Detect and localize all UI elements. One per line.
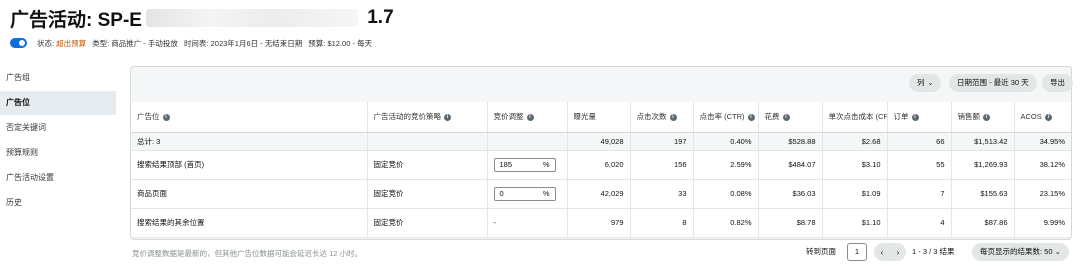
table-row: 商品页面 固定竞价 0% 42,029 33 0.08% $36.03 $1.0… <box>131 179 1071 209</box>
status-label: 状态: <box>37 38 55 48</box>
col-acos[interactable]: ACOS i <box>1014 102 1071 133</box>
sidebar-item-placements[interactable]: 广告位 <box>0 91 116 115</box>
page-number-input[interactable]: 1 <box>847 243 867 261</box>
sidebar-item-negative-keywords[interactable]: 否定关键词 <box>0 116 116 140</box>
chevron-left-icon[interactable]: ‹ <box>881 248 884 257</box>
campaign-dates: 时间表: 2023年1月6日 - 无结束日期 <box>183 38 303 48</box>
col-sales[interactable]: 销售额 i <box>951 102 1015 133</box>
sidebar-item-campaign-settings[interactable]: 广告活动设置 <box>0 166 116 190</box>
info-icon[interactable]: i <box>162 113 170 121</box>
info-icon[interactable]: i <box>669 113 677 121</box>
table-total-row: 总计: 3 49,028 197 0.40% $528.88 $2.68 66 … <box>131 132 1071 151</box>
per-page-select[interactable]: 每页显示的结果数: 50 ⌄ <box>972 243 1069 261</box>
info-icon[interactable]: i <box>1044 113 1052 121</box>
chevron-right-icon[interactable]: › <box>897 248 900 257</box>
info-icon[interactable]: i <box>782 113 790 121</box>
export-button[interactable]: 导出 <box>1042 74 1073 92</box>
col-spend[interactable]: 花费 i <box>758 102 823 133</box>
col-orders[interactable]: 订单 i <box>887 102 952 133</box>
bid-adjustment-input[interactable]: 0% <box>493 186 556 201</box>
chevron-down-icon: ⌄ <box>927 80 934 87</box>
columns-label: 列 <box>917 78 925 87</box>
info-icon[interactable]: i <box>444 113 451 121</box>
info-icon[interactable]: i <box>747 113 755 121</box>
pagination-arrows: ‹ › <box>874 243 906 261</box>
col-cpc[interactable]: 单次点击成本 (CP( <box>822 102 888 133</box>
campaign-meta: 状态: 超出预算 类型: 商品推广 - 手动投放 时间表: 2023年1月6日 … <box>10 36 372 50</box>
result-range: 1 - 3 / 3 结果 <box>912 247 955 256</box>
sidebar-item-budget-rules[interactable]: 预算规则 <box>0 141 116 165</box>
bid-adjustment-input[interactable]: 185% <box>493 157 556 172</box>
info-icon[interactable]: i <box>911 113 919 121</box>
table-row: 搜索结果的其余位置 固定竞价 - 979 8 0.82% $8.78 $1.10… <box>131 208 1071 238</box>
campaign-toggle[interactable] <box>10 38 27 48</box>
campaign-budget: 预算: $12.00 - 每天 <box>308 38 373 48</box>
info-icon[interactable]: i <box>526 113 534 121</box>
redacted-name <box>145 9 358 27</box>
status-badge: 超出预算 <box>56 38 87 48</box>
placements-panel: 列 ⌄ 日期范围 - 最近 30 天 导出 广告位 i 广告活动的竞价策略 i 竞价调… <box>130 66 1073 240</box>
columns-button[interactable]: 列 ⌄ <box>909 74 942 92</box>
chevron-down-icon: ⌄ <box>1054 247 1061 256</box>
col-strategy[interactable]: 广告活动的竞价策略 i <box>367 102 488 133</box>
campaign-type: 类型: 商品推广 - 手动投放 <box>92 38 178 48</box>
table-header-row: 广告位 i 广告活动的竞价策略 i 竞价调整 i 曝光量 点击次数 i 点击率 (CTR… <box>131 102 1071 133</box>
col-placement[interactable]: 广告位 i <box>131 102 368 133</box>
sidebar-item-ad-groups[interactable]: 广告组 <box>0 66 116 90</box>
col-impressions[interactable]: 曝光量 <box>567 102 631 133</box>
table-row: 搜索结果顶部 (首页) 固定竞价 185% 6,020 156 2.59% $4… <box>131 150 1071 180</box>
title-suffix: 1.7 <box>361 7 394 28</box>
title-prefix: 广告活动: SP-E <box>10 9 142 31</box>
data-delay-note: 竞价调整数据是最新的，但其他广告位数据可能会延迟长达 12 小时。 <box>132 249 363 258</box>
page-title: 广告活动: SP-E 1.7 <box>10 4 394 32</box>
goto-page-label: 转到页面 <box>806 247 836 256</box>
info-icon[interactable]: i <box>983 113 990 121</box>
col-ctr[interactable]: 点击率 (CTR) i <box>693 102 759 133</box>
col-bid-adjustment[interactable]: 竞价调整 i <box>487 102 568 133</box>
placements-table: 广告位 i 广告活动的竞价策略 i 竞价调整 i 曝光量 点击次数 i 点击率 (CTR… <box>131 102 1071 238</box>
col-clicks[interactable]: 点击次数 i <box>630 102 694 133</box>
sidebar-item-history[interactable]: 历史 <box>0 191 116 215</box>
sidebar: 广告组 广告位 否定关键词 预算规则 广告活动设置 历史 <box>0 66 116 216</box>
date-range-button[interactable]: 日期范围 - 最近 30 天 <box>949 74 1037 92</box>
